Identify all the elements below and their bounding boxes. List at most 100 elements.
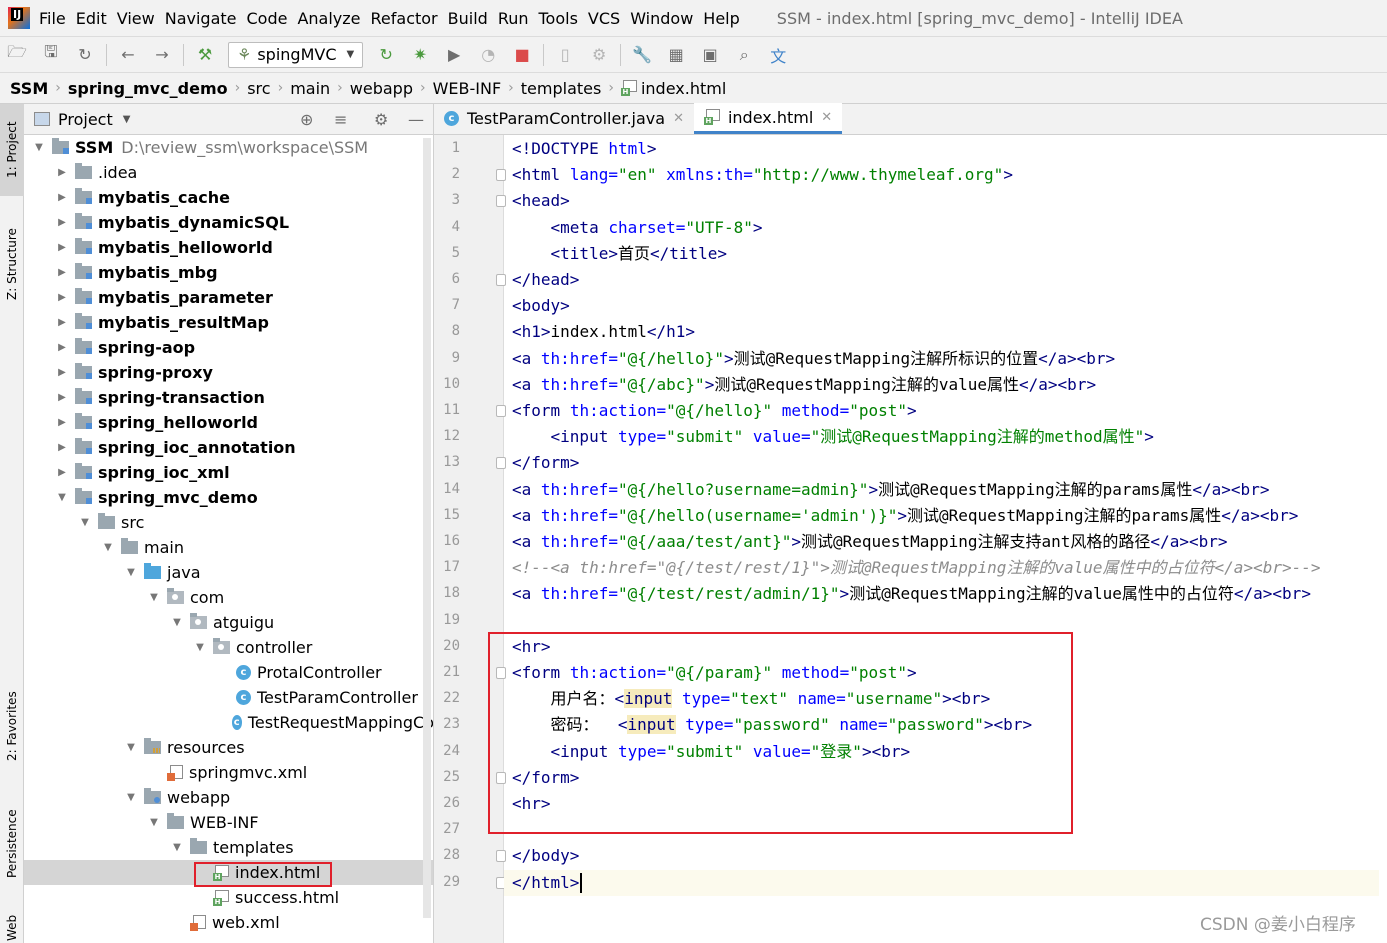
tree-item[interactable]: ▶ spring_ioc_xml xyxy=(24,460,433,485)
code-line[interactable]: <!DOCTYPE html> xyxy=(512,136,657,162)
search-icon[interactable]: ⌕ xyxy=(734,45,754,65)
code-line[interactable]: <a th:href="@{/test/rest/admin/1}">测试@Re… xyxy=(512,581,1311,607)
breadcrumb-web-inf[interactable]: WEB-INF xyxy=(433,79,502,98)
tree-item[interactable]: ▶ mybatis_cache xyxy=(24,185,433,210)
menu-build[interactable]: Build xyxy=(448,9,488,28)
back-arrow-icon[interactable]: ← xyxy=(118,45,138,65)
project-scrollbar[interactable] xyxy=(423,138,431,918)
rerun-icon[interactable]: ↻ xyxy=(376,45,396,65)
tool-tab-structure[interactable]: Z: Structure xyxy=(0,214,24,314)
menu-vcs[interactable]: VCS xyxy=(588,9,620,28)
tree-item[interactable]: success.html xyxy=(24,885,433,910)
menu-analyze[interactable]: Analyze xyxy=(297,9,360,28)
menu-help[interactable]: Help xyxy=(703,9,739,28)
code-line[interactable]: <a th:href="@{/hello}">测试@RequestMapping… xyxy=(512,346,1115,372)
breadcrumb-templates[interactable]: templates xyxy=(521,79,602,98)
menu-run[interactable]: Run xyxy=(498,9,529,28)
tree-item[interactable]: ▶ mybatis_mbg xyxy=(24,260,433,285)
fold-marker-icon[interactable] xyxy=(496,195,506,208)
fold-marker-icon[interactable] xyxy=(496,274,506,286)
collapsed-arrow-icon[interactable]: ▶ xyxy=(55,342,69,353)
code-line[interactable]: </form> xyxy=(512,450,579,476)
tab-index-html[interactable]: index.html ✕ xyxy=(693,103,843,134)
code-line[interactable]: 密码： <input type="password" name="passwor… xyxy=(512,712,1032,738)
code-line[interactable]: 用户名：<input type="text" name="username"><… xyxy=(512,686,990,712)
tree-item[interactable]: ▼ com xyxy=(24,585,433,610)
expanded-arrow-icon[interactable]: ▼ xyxy=(124,742,138,753)
tool-tab-web[interactable]: Web xyxy=(0,910,24,943)
collapsed-arrow-icon[interactable]: ▶ xyxy=(55,467,69,478)
coverage-icon[interactable]: ▶ xyxy=(444,45,464,65)
tree-item[interactable]: ▼ java xyxy=(24,560,433,585)
code-line[interactable]: <title>首页</title> xyxy=(512,241,728,267)
collapsed-arrow-icon[interactable]: ▶ xyxy=(55,267,69,278)
collapsed-arrow-icon[interactable]: ▶ xyxy=(55,192,69,203)
code-line[interactable]: <hr> xyxy=(512,791,551,817)
code-line[interactable]: <hr> xyxy=(512,634,551,660)
collapsed-arrow-icon[interactable]: ▶ xyxy=(55,417,69,428)
tree-item[interactable]: ▶ mybatis_resultMap xyxy=(24,310,433,335)
menu-code[interactable]: Code xyxy=(247,9,288,28)
expanded-arrow-icon[interactable]: ▼ xyxy=(124,792,138,803)
terminal-icon[interactable]: ▣ xyxy=(700,45,720,65)
fold-marker-icon[interactable] xyxy=(496,169,506,182)
breadcrumb-ssm[interactable]: SSM xyxy=(10,79,48,98)
code-line[interactable]: </html> xyxy=(504,869,1379,896)
collapse-all-icon[interactable]: ≡ xyxy=(334,110,347,129)
collapsed-arrow-icon[interactable]: ▶ xyxy=(55,392,69,403)
open-folder-icon[interactable]: 🗁 xyxy=(7,42,27,65)
code-line[interactable]: <meta charset="UTF-8"> xyxy=(512,215,763,241)
tree-item[interactable]: c ProtalController xyxy=(24,660,433,685)
tree-item[interactable]: ▼ webapp xyxy=(24,785,433,810)
save-all-icon[interactable]: 🖫 xyxy=(41,42,61,65)
debug-bug-icon[interactable]: ✷ xyxy=(410,45,430,65)
profile-icon[interactable]: ◔ xyxy=(478,45,498,65)
expanded-arrow-icon[interactable]: ▼ xyxy=(32,142,46,153)
tool-tab-favorites[interactable]: 2: Favorites xyxy=(0,674,24,779)
expanded-arrow-icon[interactable]: ▼ xyxy=(170,617,184,628)
close-icon[interactable]: ✕ xyxy=(673,111,684,126)
code-line[interactable]: <body> xyxy=(512,293,570,319)
expanded-arrow-icon[interactable]: ▼ xyxy=(78,517,92,528)
code-line[interactable]: <input type="submit" value="测试@RequestMa… xyxy=(512,424,1154,450)
code-line[interactable]: <form th:action="@{/param}" method="post… xyxy=(512,660,917,686)
breadcrumb-main[interactable]: main xyxy=(290,79,330,98)
code-line[interactable]: <input type="submit" value="登录"><br> xyxy=(512,739,911,765)
code-line[interactable]: <a th:href="@{/hello(username='admin')}"… xyxy=(512,503,1298,529)
tree-item[interactable]: ▶ spring_ioc_annotation xyxy=(24,435,433,460)
collapsed-arrow-icon[interactable]: ▶ xyxy=(55,317,69,328)
tree-item[interactable]: index.html xyxy=(24,860,433,885)
tree-item[interactable]: ▶ spring-proxy xyxy=(24,360,433,385)
menu-tools[interactable]: Tools xyxy=(539,9,578,28)
tree-item[interactable]: ▼ controller xyxy=(24,635,433,660)
tree-item[interactable]: ▼ SSM D:\review_ssm\workspace\SSM xyxy=(24,135,433,160)
tree-item[interactable]: web.xml xyxy=(24,910,433,935)
menu-view[interactable]: View xyxy=(117,9,155,28)
code-line[interactable]: </form> xyxy=(512,765,579,791)
code-line[interactable]: <a th:href="@{/abc}">测试@RequestMapping注解… xyxy=(512,372,1096,398)
fold-marker-icon[interactable] xyxy=(496,457,506,470)
wrench-settings-icon[interactable]: 🔧 xyxy=(632,45,652,65)
fold-marker-icon[interactable] xyxy=(496,667,506,679)
expanded-arrow-icon[interactable]: ▼ xyxy=(170,842,184,853)
collapsed-arrow-icon[interactable]: ▶ xyxy=(55,217,69,228)
expanded-arrow-icon[interactable]: ▼ xyxy=(124,567,138,578)
expanded-arrow-icon[interactable]: ▼ xyxy=(55,492,69,503)
code-line[interactable]: <h1>index.html</h1> xyxy=(512,319,695,345)
fold-marker-icon[interactable] xyxy=(496,405,506,417)
close-icon[interactable]: ✕ xyxy=(821,110,832,125)
tree-item[interactable]: c TestParamController xyxy=(24,685,433,710)
tree-item[interactable]: ▶ spring-transaction xyxy=(24,385,433,410)
code-line[interactable]: <!--<a th:href="@{/test/rest/1}">测试@Requ… xyxy=(512,555,1321,581)
tree-item[interactable]: ▼ main xyxy=(24,535,433,560)
tree-item[interactable]: ▶ mybatis_helloworld xyxy=(24,235,433,260)
menu-refactor[interactable]: Refactor xyxy=(371,9,438,28)
collapsed-arrow-icon[interactable]: ▶ xyxy=(55,292,69,303)
forward-arrow-icon[interactable]: → xyxy=(152,45,172,65)
breadcrumb-webapp[interactable]: webapp xyxy=(350,79,413,98)
expanded-arrow-icon[interactable]: ▼ xyxy=(147,817,161,828)
tool-tab-persistence[interactable]: Persistence xyxy=(0,794,24,894)
expanded-arrow-icon[interactable]: ▼ xyxy=(193,642,207,653)
menu-file[interactable]: File xyxy=(39,9,66,28)
code-line[interactable]: <form th:action="@{/hello}" method="post… xyxy=(512,398,917,424)
